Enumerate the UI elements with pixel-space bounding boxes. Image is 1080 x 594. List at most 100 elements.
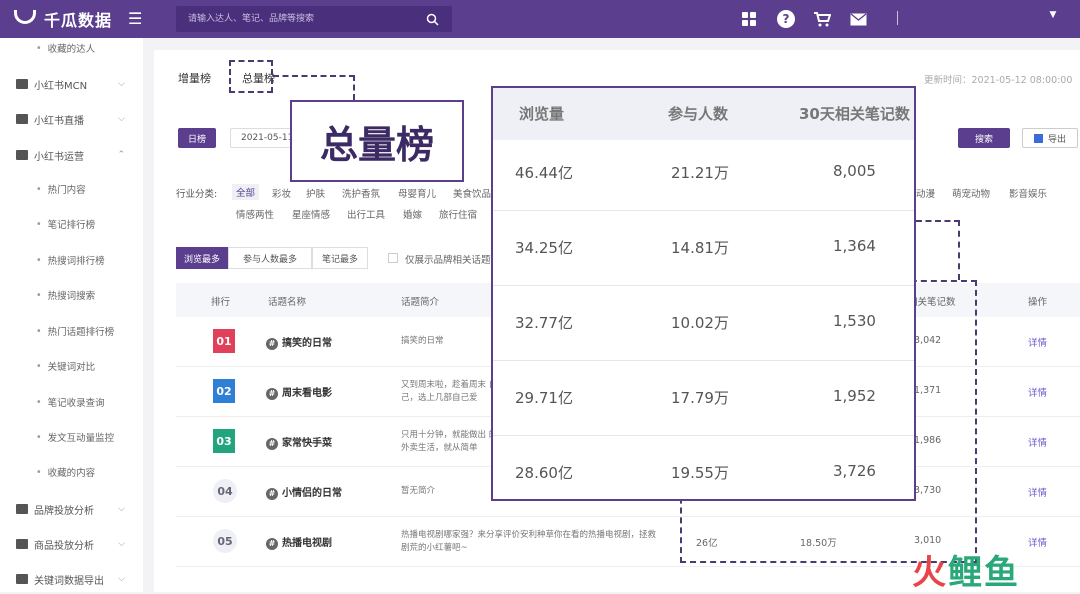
col-topic-name: 话题名称 [268, 297, 307, 308]
help-icon[interactable]: ? [777, 10, 795, 28]
brand-only-checkbox[interactable] [388, 253, 398, 263]
sidebar-sub-note-ranking[interactable]: 笔记排行榜 [36, 215, 96, 233]
chevron-down-icon: ⌵ [118, 114, 125, 124]
sidebar-sub-label: 发文互动量监控 [47, 433, 115, 444]
category-label: 行业分类: [176, 189, 218, 200]
sidebar-item-label: 关键词数据导出 [34, 575, 104, 587]
topic-desc: 又到周末啦，趁着周末 自己，选上几部自己爱 [401, 380, 498, 403]
sidebar-item-keyword-export[interactable]: 关键词数据导出 ⌵ [0, 568, 143, 590]
sort-most-participants[interactable]: 参与人数最多 [228, 247, 312, 269]
product-icon [16, 539, 28, 549]
sidebar-item-brand-analysis[interactable]: 品牌投放分析 ⌵ [0, 498, 143, 520]
search-icon [426, 13, 439, 26]
topic-name[interactable]: 热播电视剧 [266, 534, 332, 550]
sidebar-sub-hot-content[interactable]: 热门内容 [36, 180, 86, 198]
detail-link[interactable]: 详情 [1028, 485, 1047, 499]
export-icon [1033, 133, 1043, 143]
watermark-logo: 火鲤鱼 [912, 545, 1020, 594]
col-topic-desc: 话题简介 [401, 297, 440, 308]
detail-link[interactable]: 详情 [1028, 385, 1047, 399]
search-input[interactable] [176, 6, 412, 32]
sidebar-sub-keyword-compare[interactable]: 关键词对比 [36, 357, 96, 375]
category-all[interactable]: 全部 [232, 184, 260, 200]
topic-name[interactable]: 小情侣的日常 [266, 484, 342, 500]
sidebar-sub-note-index[interactable]: 笔记收录查询 [36, 393, 105, 411]
chart-icon [16, 504, 28, 514]
zoom-views: 46.44亿 [515, 164, 573, 182]
sidebar-sub-label: 热门内容 [47, 185, 86, 196]
sidebar-sub-label: 热搜词搜索 [47, 291, 96, 302]
sidebar-sub-hot-topic-ranking[interactable]: 热门话题排行榜 [36, 322, 115, 340]
sort-most-views[interactable]: 浏览最多 [176, 247, 228, 269]
sidebar-sub-saved-influencers[interactable]: 收藏的达人 [36, 39, 96, 57]
building-icon [16, 79, 28, 89]
chevron-down-icon: ⌵ [118, 574, 125, 584]
sidebar-item-label: 小红书直播 [34, 115, 84, 127]
zoom-participants: 21.21万 [671, 164, 729, 182]
search-button[interactable] [412, 6, 452, 32]
zoom-notes: 1,530 [833, 312, 876, 330]
category-makeup[interactable]: 彩妆 [272, 186, 291, 200]
category-hotel[interactable]: 旅行住宿 [439, 207, 477, 221]
mail-icon[interactable] [849, 10, 867, 28]
topic-desc: 暂无简介 [401, 486, 436, 496]
topic-name[interactable]: 周末看电影 [266, 384, 332, 400]
category-relationship[interactable]: 情感两性 [236, 207, 274, 221]
zoom-views: 32.77亿 [515, 314, 573, 332]
zoom-notes: 8,005 [833, 162, 876, 180]
sidebar-sub-label: 笔记排行榜 [47, 220, 96, 231]
topic-desc: 热播电视剧哪家强？来分享评价安利种草你在看的热播电视剧，拯救剧荒的小红薯吧~ [401, 530, 657, 553]
watermark-part: 鲤鱼 [948, 553, 1020, 593]
brand-only-label: 仅展示品牌相关话题 [405, 255, 491, 266]
zoom-notes: 3,726 [833, 462, 876, 480]
logo[interactable]: 千瓜数据 [14, 8, 112, 30]
topic-desc: 只用十分钟，就能做出 的外卖生活，就从简单 [401, 430, 498, 453]
zoom-views: 28.60亿 [515, 464, 573, 482]
category-skincare[interactable]: 护肤 [306, 186, 325, 200]
rank-badge: 02 [213, 379, 235, 403]
zoom-participants: 19.55万 [671, 464, 729, 482]
category-wedding[interactable]: 婚嫁 [403, 207, 422, 221]
tab-increment[interactable]: 增量榜 [178, 70, 211, 86]
category-entertainment[interactable]: 影音娱乐 [1009, 186, 1047, 200]
sidebar-sub-hot-search-ranking[interactable]: 热搜词排行榜 [36, 251, 105, 269]
sidebar-sub-saved-content[interactable]: 收藏的内容 [36, 463, 96, 481]
video-icon [16, 114, 28, 124]
detail-link[interactable]: 详情 [1028, 535, 1047, 549]
zoom-notes: 1,952 [833, 387, 876, 405]
sidebar-item-operation[interactable]: 小红书运营 ⌃ [0, 144, 143, 166]
sidebar-sub-hot-search[interactable]: 热搜词搜索 [36, 286, 96, 304]
category-pets[interactable]: 萌宠动物 [952, 186, 990, 200]
category-anime[interactable]: 动漫 [916, 186, 935, 200]
category-horoscope[interactable]: 星座情感 [292, 207, 330, 221]
dropdown-icon[interactable]: ▼ [1044, 6, 1062, 24]
topic-name[interactable]: 家常快手菜 [266, 434, 332, 450]
search-box [176, 6, 452, 32]
top-navigation-bar: 千瓜数据 ☰ ? ▼ [0, 0, 1080, 38]
cart-icon[interactable] [813, 10, 831, 28]
annotation-connector [916, 220, 960, 280]
apps-icon[interactable] [740, 10, 758, 28]
category-food[interactable]: 美食饮品 [453, 186, 491, 200]
category-travel-tools[interactable]: 出行工具 [347, 207, 385, 221]
zoom-row: 46.44亿 21.21万 8,005 [493, 136, 914, 211]
zoomed-data-table: 浏览量 参与人数 30天相关笔记数 46.44亿 21.21万 8,005 34… [491, 86, 916, 501]
annotation-tab-highlight [229, 60, 273, 93]
period-day-button[interactable]: 日榜 [178, 128, 216, 148]
menu-toggle-icon[interactable]: ☰ [128, 9, 142, 28]
sidebar-item-product-analysis[interactable]: 商品投放分析 ⌵ [0, 533, 143, 555]
topic-name[interactable]: 搞笑的日常 [266, 334, 332, 350]
zoom-views: 29.71亿 [515, 389, 573, 407]
topic-desc: 搞笑的日常 [401, 336, 444, 346]
search-submit-button[interactable]: 搜索 [958, 128, 1010, 148]
sidebar-item-mcn[interactable]: 小红书MCN ⌵ [0, 73, 143, 95]
sort-most-notes[interactable]: 笔记最多 [312, 247, 368, 269]
category-mother-baby[interactable]: 母婴育儿 [398, 186, 436, 200]
detail-link[interactable]: 详情 [1028, 435, 1047, 449]
sidebar-sub-interaction-monitor[interactable]: 发文互动量监控 [36, 428, 115, 446]
divider [897, 11, 898, 25]
sidebar-item-live[interactable]: 小红书直播 ⌵ [0, 108, 143, 130]
detail-link[interactable]: 详情 [1028, 335, 1047, 349]
category-haircare[interactable]: 洗护香氛 [342, 186, 380, 200]
export-button[interactable]: 导出 [1022, 128, 1078, 148]
